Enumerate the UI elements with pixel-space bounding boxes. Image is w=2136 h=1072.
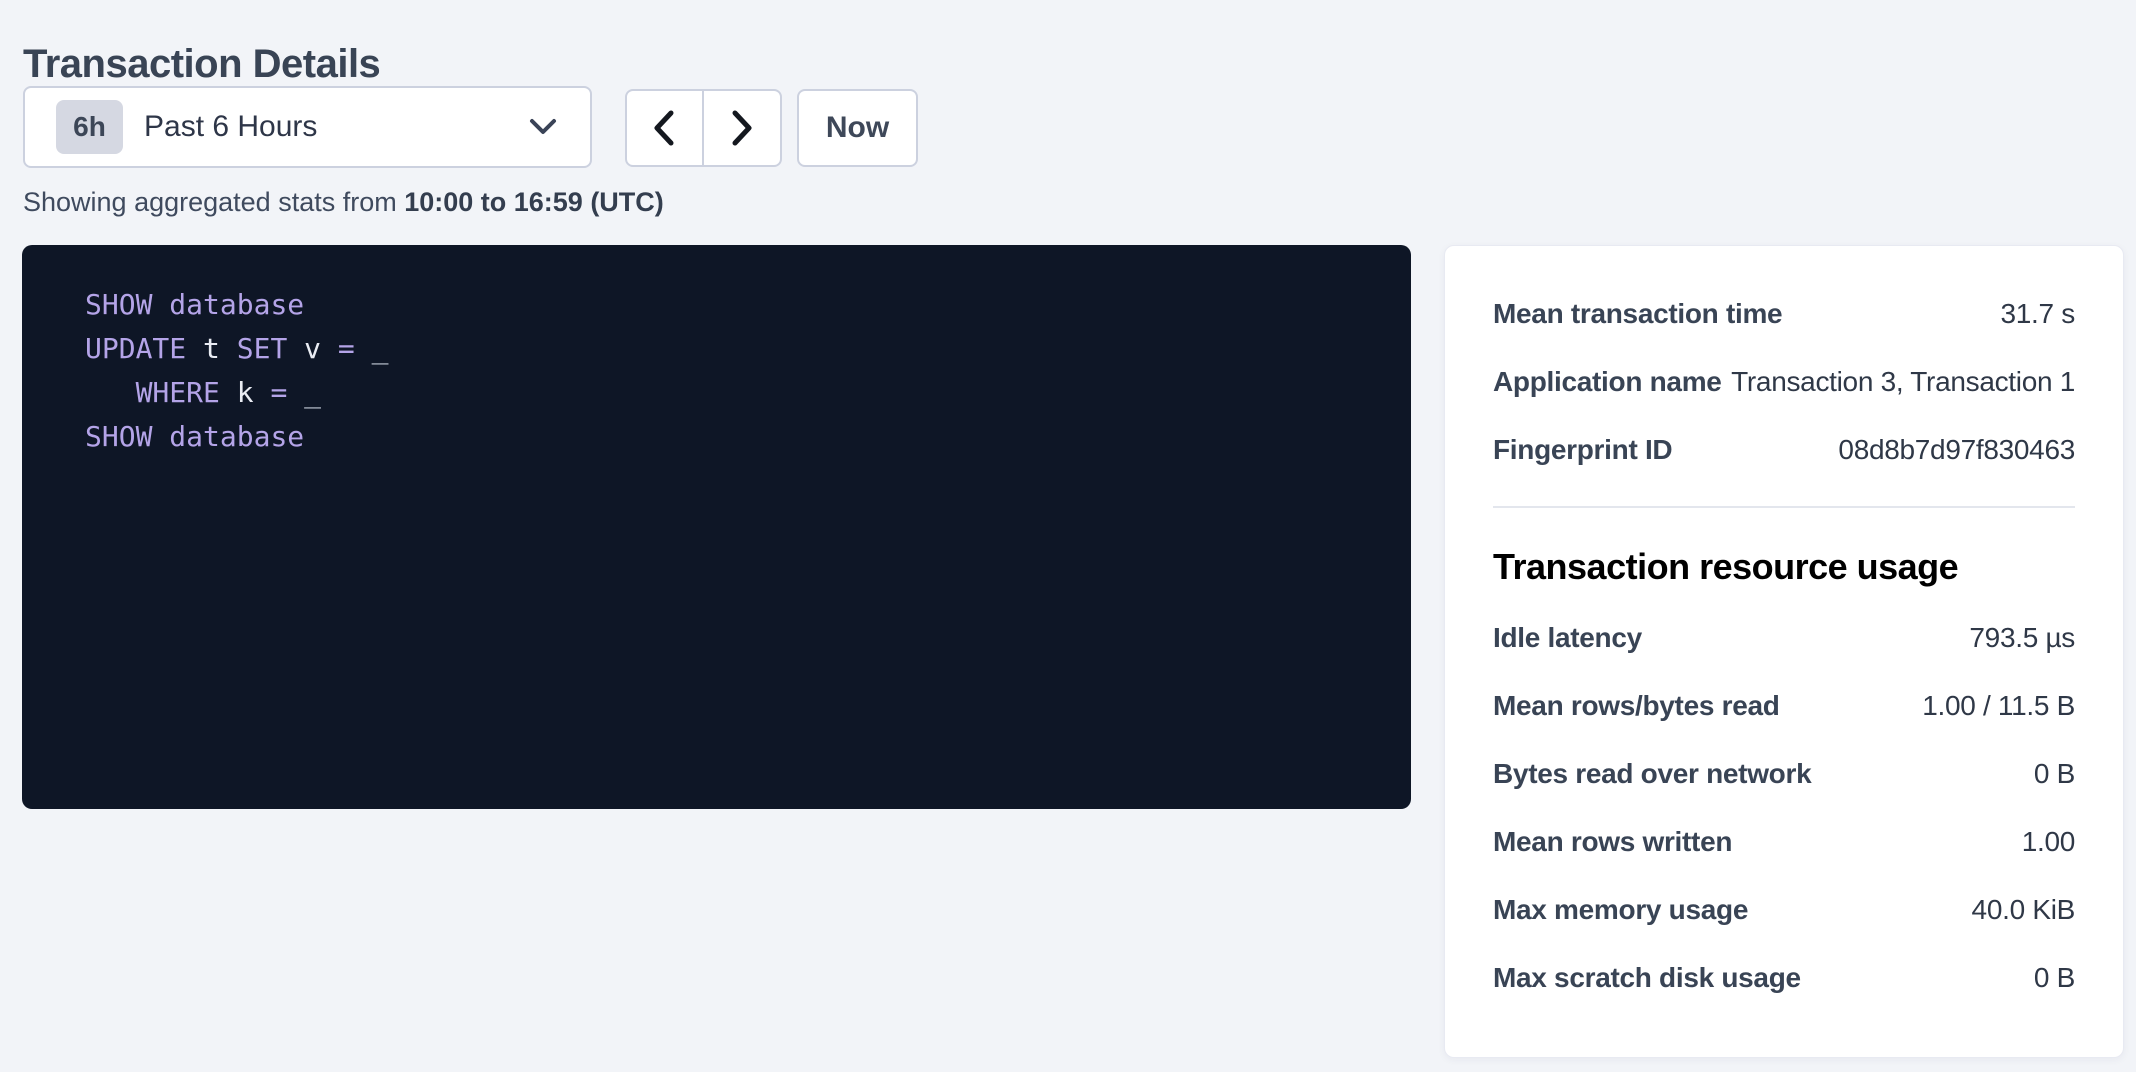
- detail-row: Max memory usage 40.0 KiB: [1493, 876, 2075, 944]
- detail-row-value: Transaction 3, Transaction 1: [1731, 366, 2075, 398]
- summary-rows: Mean transaction time 31.7 s Application…: [1493, 280, 2075, 484]
- next-time-button[interactable]: [704, 91, 781, 165]
- chevron-left-icon: [651, 109, 677, 147]
- resource-usage-heading: Transaction resource usage: [1493, 530, 2075, 604]
- detail-row: Mean rows/bytes read 1.00 / 11.5 B: [1493, 672, 2075, 740]
- detail-row: Application name Transaction 3, Transact…: [1493, 348, 2075, 416]
- detail-row: Mean rows written 1.00: [1493, 808, 2075, 876]
- now-button[interactable]: Now: [797, 89, 918, 167]
- chevron-down-icon: [529, 118, 557, 136]
- detail-row: Max scratch disk usage 0 B: [1493, 944, 2075, 1012]
- aggregation-note: Showing aggregated stats from 10:00 to 1…: [23, 187, 664, 218]
- sql-line: SHOW database: [85, 415, 1371, 459]
- transaction-statements-box: SHOW databaseUPDATE t SET v = _ WHERE k …: [22, 245, 1411, 809]
- time-range-label: Past 6 Hours: [144, 110, 317, 144]
- detail-row-label: Max memory usage: [1493, 894, 1748, 926]
- divider: [1493, 506, 2075, 508]
- time-range-badge: 6h: [56, 100, 123, 154]
- detail-row-value: 1.00: [2022, 826, 2075, 858]
- detail-row: Fingerprint ID 08d8b7d97f830463: [1493, 416, 2075, 484]
- detail-row-label: Mean rows/bytes read: [1493, 690, 1780, 722]
- detail-row-value: 0 B: [2034, 758, 2075, 790]
- transaction-details-card: Mean transaction time 31.7 s Application…: [1444, 245, 2124, 1058]
- detail-row-value: 40.0 KiB: [1972, 894, 2075, 926]
- detail-row-label: Bytes read over network: [1493, 758, 1811, 790]
- aggregation-note-prefix: Showing aggregated stats from: [23, 187, 404, 217]
- detail-row-label: Mean transaction time: [1493, 298, 1782, 330]
- time-range-select[interactable]: 6h Past 6 Hours: [23, 86, 592, 168]
- detail-row-label: Application name: [1493, 366, 1722, 398]
- detail-row-value: 0 B: [2034, 962, 2075, 994]
- detail-row-label: Idle latency: [1493, 622, 1642, 654]
- detail-row: Idle latency 793.5 µs: [1493, 604, 2075, 672]
- detail-row: Bytes read over network 0 B: [1493, 740, 2075, 808]
- detail-row-value: 1.00 / 11.5 B: [1922, 690, 2075, 722]
- prev-time-button[interactable]: [627, 91, 704, 165]
- chevron-right-icon: [729, 109, 755, 147]
- sql-line: WHERE k = _: [85, 371, 1371, 415]
- detail-row-value: 31.7 s: [2001, 298, 2075, 330]
- sql-line: UPDATE t SET v = _: [85, 327, 1371, 371]
- detail-row-label: Fingerprint ID: [1493, 434, 1672, 466]
- detail-row-label: Max scratch disk usage: [1493, 962, 1801, 994]
- detail-row-label: Mean rows written: [1493, 826, 1732, 858]
- detail-row-value: 793.5 µs: [1969, 622, 2075, 654]
- detail-row: Mean transaction time 31.7 s: [1493, 280, 2075, 348]
- aggregation-note-range: 10:00 to 16:59 (UTC): [404, 187, 664, 217]
- page-title: Transaction Details: [23, 42, 380, 87]
- sql-line: SHOW database: [85, 283, 1371, 327]
- detail-row-value: 08d8b7d97f830463: [1838, 434, 2075, 466]
- sql-code: SHOW databaseUPDATE t SET v = _ WHERE k …: [85, 283, 1371, 459]
- time-pager: [625, 89, 782, 167]
- resource-rows: Idle latency 793.5 µs Mean rows/bytes re…: [1493, 604, 2075, 1012]
